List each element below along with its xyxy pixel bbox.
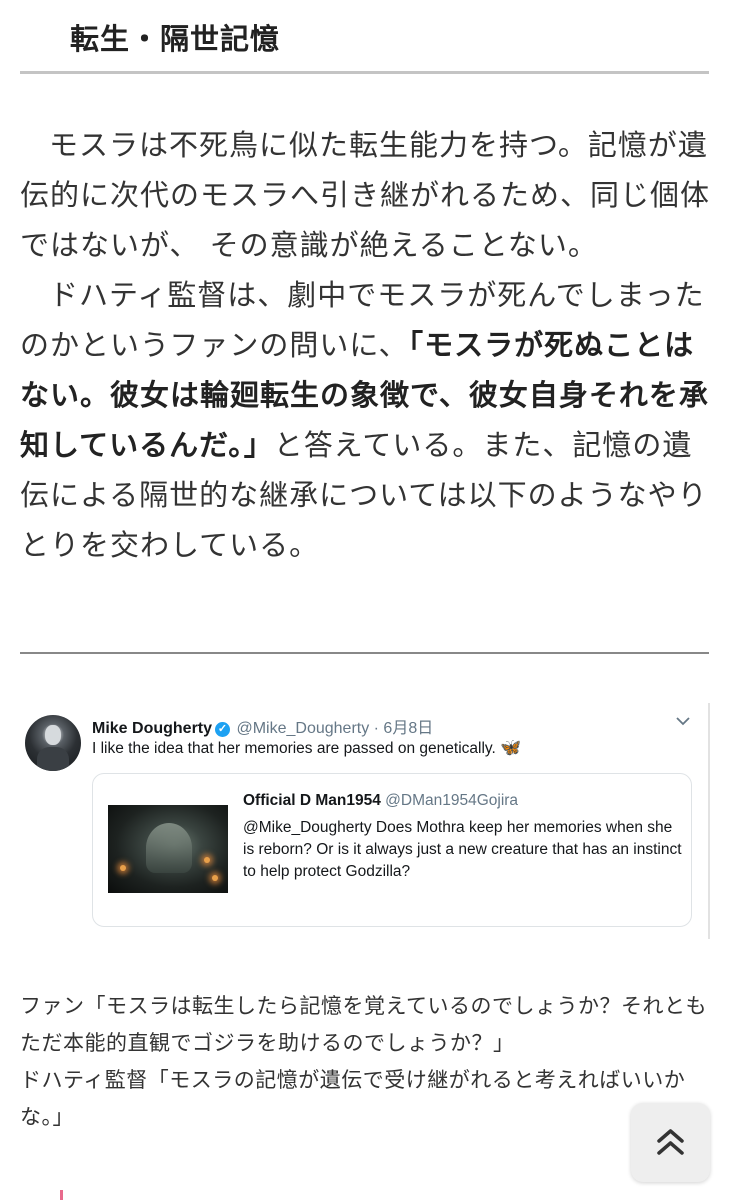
chevron-down-icon[interactable] [676, 713, 690, 731]
tweet-text: I like the idea that her memories are pa… [92, 738, 521, 758]
embedded-tweet[interactable]: Mike Dougherty ✓ @Mike_Dougherty · 6月8日 I… [20, 703, 710, 939]
director-answer: ドハティ監督「モスラの記憶が遺伝で受け継がれると考えればいいかな。」 [20, 1068, 686, 1129]
scroll-to-top-button[interactable] [631, 1103, 710, 1182]
ember-shape [120, 865, 126, 871]
verified-badge-icon: ✓ [215, 722, 231, 737]
tweet-side-border [708, 703, 710, 939]
double-chevron-up-icon [657, 1129, 684, 1155]
tweet-header: Mike Dougherty ✓ @Mike_Dougherty · 6月8日 [92, 714, 433, 738]
mothra-silhouette-shape [146, 823, 192, 873]
article-paragraph-2: ドハティ監督は、劇中でモスラが死んでしまったのかというファンの問いに、「モスラが… [20, 270, 710, 570]
ember-shape [212, 875, 218, 881]
avatar-body-shape [37, 747, 69, 771]
quoted-tweet[interactable]: Official D Man1954 @DMan1954Gojira @Mike… [92, 773, 692, 927]
tweet-text-body: I like the idea that her memories are pa… [92, 740, 496, 757]
quoted-tweet-text: @Mike_Dougherty Does Mothra keep her mem… [243, 819, 682, 880]
quoted-tweet-header: Official D Man1954 @DMan1954Gojira [243, 792, 518, 810]
avatar-face-shape [45, 725, 61, 745]
dialogue-block: ファン「モスラは転生したら記憶を覚えているのでしょうか？それともただ本能的直観で… [20, 988, 710, 1136]
quoted-tweet-image[interactable] [108, 805, 228, 893]
fan-question: ファン「モスラは転生したら記憶を覚えているのでしょうか？それともただ本能的直観で… [20, 994, 707, 1055]
quoted-author-name[interactable]: Official D Man1954 [243, 792, 381, 809]
avatar[interactable] [25, 715, 81, 771]
tweet-author-name[interactable]: Mike Dougherty [92, 720, 212, 737]
quoted-author-handle[interactable]: @DMan1954Gojira [385, 792, 518, 809]
article-body: モスラは不死鳥に似た転生能力を持つ。記憶が遺伝的に次代のモスラへ引き継がれるため… [20, 120, 710, 570]
pink-accent-mark [60, 1190, 63, 1200]
article-paragraph-1: モスラは不死鳥に似た転生能力を持つ。記憶が遺伝的に次代のモスラへ引き継がれるため… [20, 128, 711, 262]
heading-divider [20, 71, 709, 74]
butterfly-icon: 🦋 [500, 738, 522, 757]
section-heading: 転生・隔世記憶 [70, 22, 281, 56]
section-divider [20, 652, 709, 654]
tweet-handle-date[interactable]: @Mike_Dougherty · 6月8日 [236, 720, 433, 737]
ember-shape [204, 857, 210, 863]
